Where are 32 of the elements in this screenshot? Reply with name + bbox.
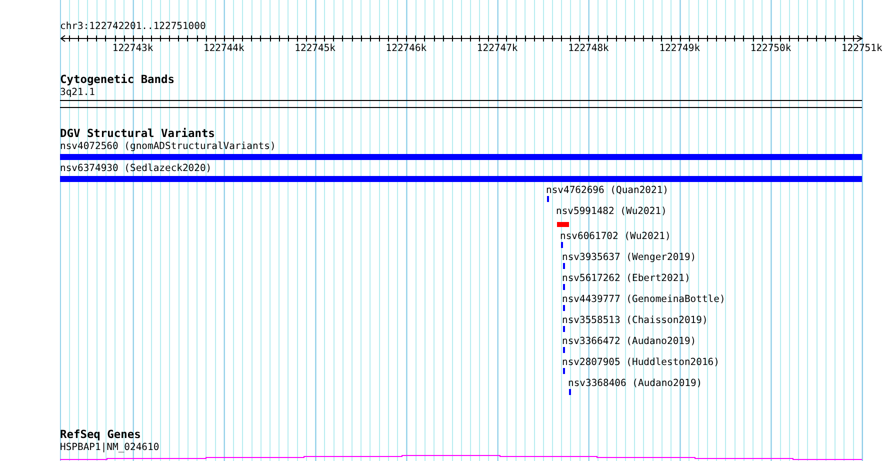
track-title: RefSeq Genes (60, 428, 142, 442)
feature-label[interactable]: 3q21.1 (60, 87, 95, 99)
tick-label: 122751k (841, 43, 882, 54)
feature-label[interactable]: nsv4439777 (GenomeinaBottle) (562, 294, 726, 306)
feature-label[interactable]: nsv5991482 (Wu2021) (556, 206, 667, 218)
feature-label[interactable]: nsv3935637 (Wenger2019) (562, 252, 696, 264)
variant-bar[interactable] (60, 176, 862, 182)
tick-label: 122744k (204, 43, 244, 54)
tick-label: 122746k (386, 43, 427, 54)
variant-bar[interactable] (60, 154, 862, 160)
feature-label[interactable]: nsv5617262 (Ebert2021) (562, 273, 690, 285)
region-title: chr3:122742201..122751000 (60, 21, 206, 33)
track-title: DGV Structural Variants (60, 127, 216, 141)
tick-label: 122749k (659, 43, 700, 54)
track-title: Cytogenetic Bands (60, 73, 176, 87)
tick-label: 122747k (476, 43, 518, 54)
band-bar[interactable] (60, 100, 862, 108)
gene-model[interactable] (60, 455, 862, 460)
feature-label[interactable]: nsv4762696 (Quan2021) (546, 185, 668, 197)
tick-label: 122748k (568, 43, 609, 54)
tick-label: 122745k (294, 43, 336, 54)
feature-label[interactable]: nsv2807905 (Huddleston2016) (562, 357, 720, 369)
feature-label[interactable]: nsv3558513 (Chaisson2019) (562, 315, 708, 327)
tick-label: 122750k (750, 43, 792, 54)
feature-label[interactable]: nsv3366472 (Audano2019) (562, 336, 696, 348)
feature-label[interactable]: HSPBAP1|NM_024610 (60, 442, 160, 454)
variant-bar[interactable] (557, 222, 569, 227)
feature-label[interactable]: nsv3368406 (Audano2019) (568, 378, 702, 390)
feature-label[interactable]: nsv4072560 (gnomADStructuralVariants) (60, 141, 276, 153)
tick-label: 122743k (112, 43, 154, 54)
feature-label[interactable]: nsv6374930 (Sedlazeck2020) (60, 163, 212, 175)
feature-label[interactable]: nsv6061702 (Wu2021) (560, 231, 671, 243)
